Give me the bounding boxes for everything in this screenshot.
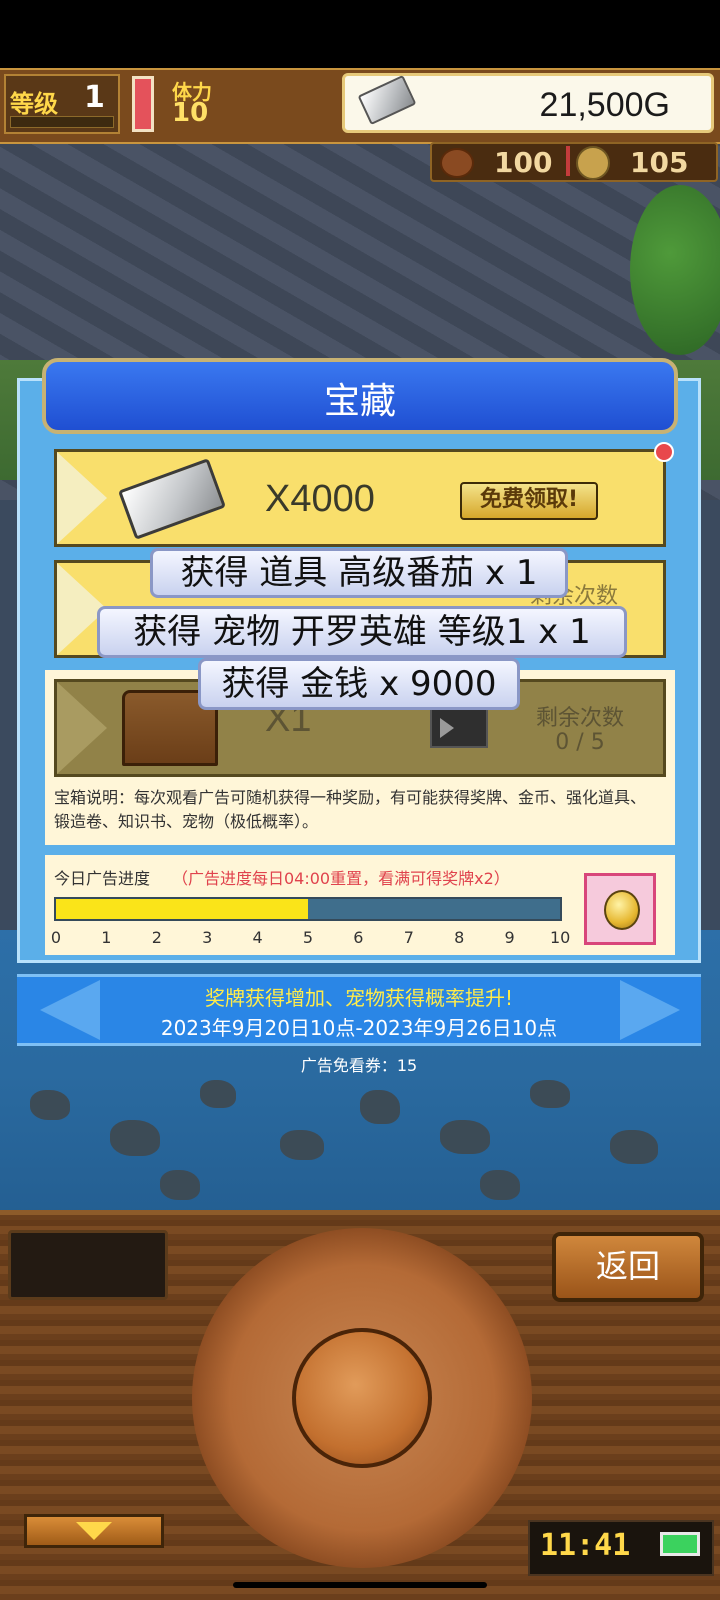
reward-quantity: X4000 [265, 478, 375, 520]
ad-progress-tick: 7 [403, 928, 414, 947]
ad-progress-tick: 6 [353, 928, 364, 947]
medal-coin-value: 105 [630, 146, 689, 179]
meat-icon [440, 148, 474, 178]
ad-progress-tick: 10 [550, 928, 571, 947]
ad-progress-tick: 5 [302, 928, 314, 947]
remaining-label: 剩余次数 [535, 706, 624, 731]
free-claim-button[interactable]: 免费领取! [460, 482, 598, 520]
reward-toast: 获得 金钱 x 9000 [198, 658, 520, 710]
ad-progress-tick: 4 [252, 928, 263, 947]
ad-progress-tick: 0 [50, 928, 62, 947]
medal-coin-icon [576, 146, 610, 180]
ad-progress-tick: 9 [504, 928, 515, 947]
gold-value: 21,500G [539, 86, 670, 124]
ad-progress-tick: 3 [202, 928, 213, 947]
stamina-value: 10 [172, 98, 209, 128]
resource-divider [566, 146, 570, 176]
meat-value: 100 [494, 146, 553, 179]
chevron-down-icon [76, 1522, 112, 1540]
ad-progress-fill [56, 899, 308, 919]
dialog-title: 宝藏 [323, 381, 396, 422]
info-screen [8, 1230, 168, 1300]
tree [630, 185, 720, 355]
level-value: 1 [84, 80, 105, 115]
clock: 11:41 [540, 1528, 631, 1563]
event-period: 2023年9月20日10点-2023年9月26日10点 [160, 1016, 558, 1040]
status-area [0, 0, 720, 68]
battery-icon [660, 1532, 700, 1556]
back-button[interactable]: 返回 [552, 1232, 704, 1302]
ad-progress-tick: 8 [454, 928, 465, 947]
home-indicator[interactable] [233, 1582, 487, 1588]
ad-progress-tick: 2 [151, 928, 162, 947]
notification-dot [654, 442, 674, 462]
medal-icon [604, 890, 640, 930]
ad-progress-label: 今日广告进度 [54, 869, 151, 888]
reward-toast: 获得 道具 高级番茄 x 1 [150, 548, 568, 598]
stamina-gauge [132, 76, 154, 132]
event-headline: 奖牌获得增加、宠物获得概率提升! [204, 986, 514, 1010]
ad-progress-note: （广告进度每日04:00重置，看满可得奖牌x2） [172, 869, 510, 888]
dpad-center-button[interactable] [292, 1328, 432, 1468]
video-ad-icon[interactable] [430, 708, 488, 748]
chest-description: 宝箱说明：每次观看广告可随机获得一种奖励，有可能获得奖牌、金币、强化道具、锻造卷… [54, 788, 647, 831]
remaining-count: 0 / 5 [555, 730, 605, 755]
ad-skip-voucher-count: 广告免看券：15 [300, 1056, 418, 1075]
level-label: 等级 [10, 90, 58, 118]
reward-toast: 获得 宠物 开罗英雄 等级1 x 1 [97, 606, 627, 658]
ad-progress-tick: 1 [101, 928, 112, 947]
level-progress-bar [10, 116, 114, 128]
